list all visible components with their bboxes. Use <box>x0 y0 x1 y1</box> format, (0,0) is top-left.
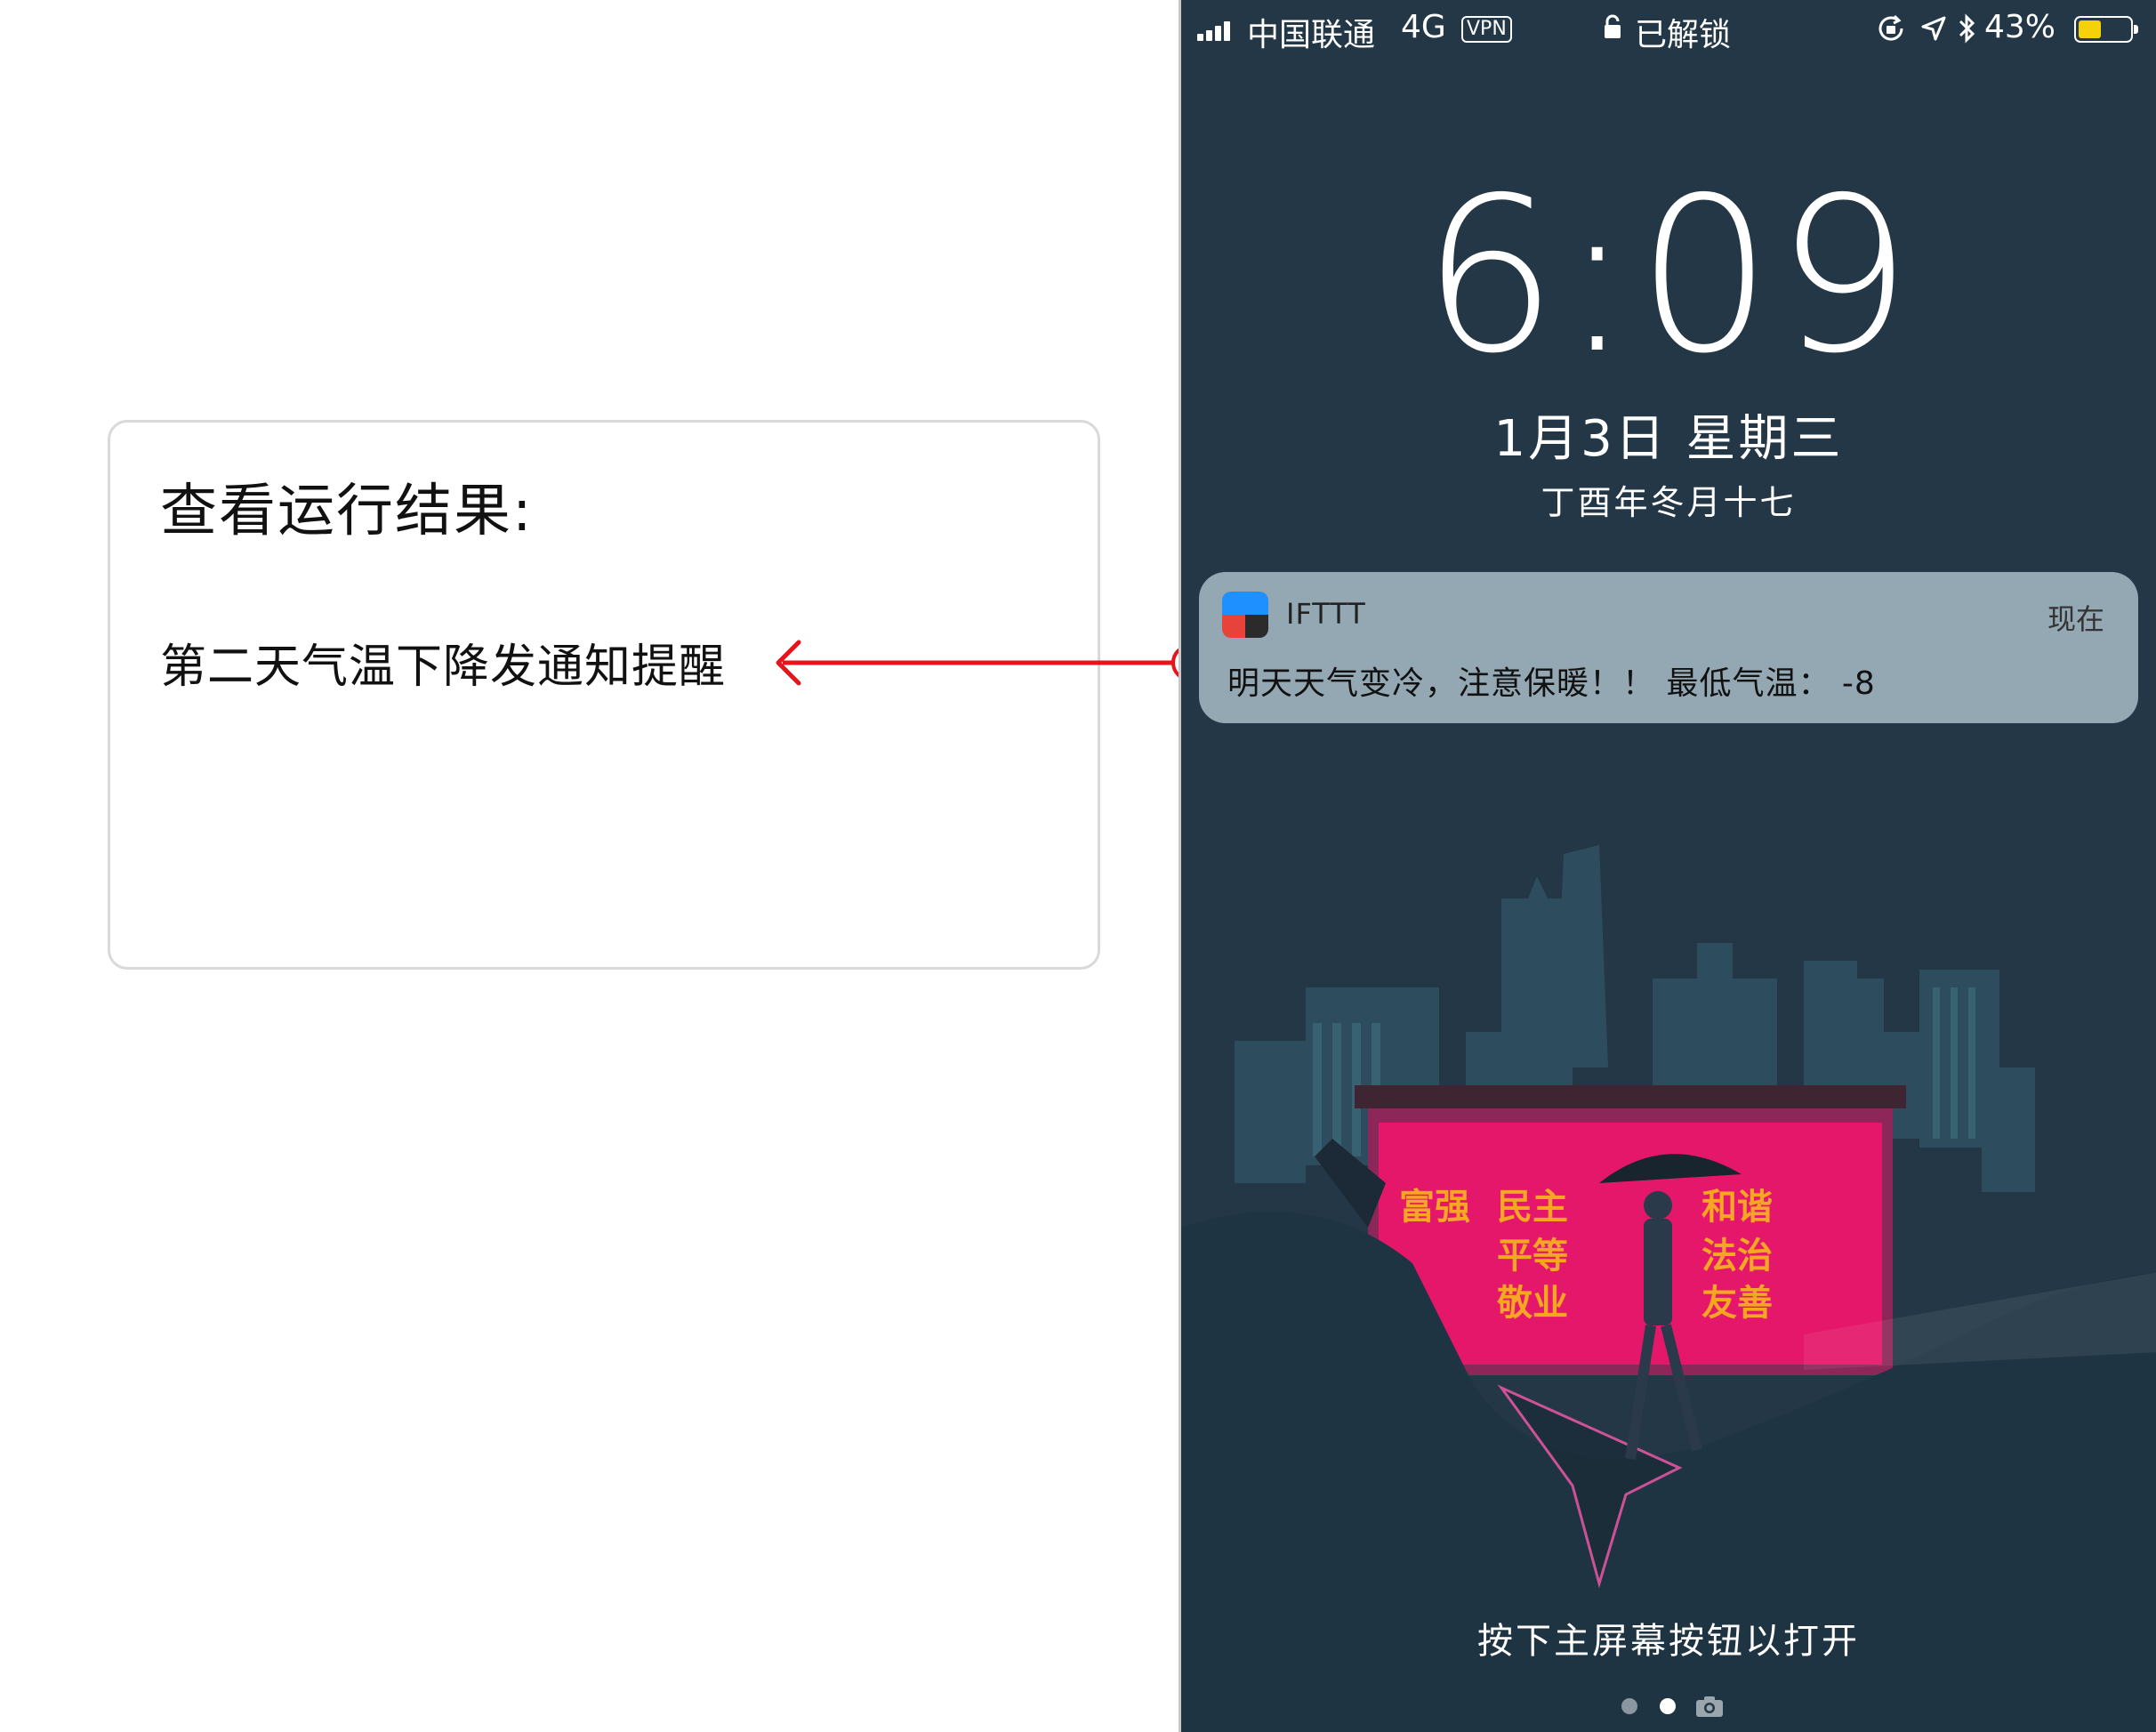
location-icon <box>1921 16 1946 41</box>
lock-status: 已解锁 <box>1635 17 1732 53</box>
notification-app-name: IFTTT <box>1286 597 1366 631</box>
page-indicator <box>1181 1693 2156 1720</box>
ifttt-notification[interactable]: IFTTT 现在 明天天气变冷，注意保暖！！ 最低气温： -8 <box>1199 572 2138 723</box>
svg-text:富强: 富强 <box>1399 1187 1470 1228</box>
phone-lock-screen: 富强 民主 和谐 平等 法治 敬业 友善 中国联通 4G VPN 已解锁 43%… <box>1179 0 2156 1732</box>
carrier-name: 中国联通 <box>1247 17 1376 53</box>
page-dot-active[interactable] <box>1660 1698 1676 1714</box>
battery-percentage: 43% <box>1984 9 2056 45</box>
signal-icon <box>1197 21 1236 41</box>
ifttt-app-icon <box>1222 592 1268 638</box>
battery-icon <box>2074 16 2138 43</box>
status-bar: 中国联通 4G VPN 已解锁 43% <box>1181 0 2156 59</box>
annotation-card: 查看运行结果: 第二天气温下降发通知提醒 <box>108 420 1100 970</box>
page-dot-today[interactable] <box>1621 1698 1637 1714</box>
bluetooth-icon <box>1959 13 1975 44</box>
camera-icon[interactable] <box>1695 1695 1724 1718</box>
svg-text:友善: 友善 <box>1701 1283 1773 1324</box>
lock-screen-time: 6:09 <box>1421 151 1916 400</box>
notification-time: 现在 <box>2047 602 2104 636</box>
network-type: 4G <box>1401 9 1446 45</box>
svg-text:法治: 法治 <box>1701 1236 1773 1277</box>
svg-text:敬业: 敬业 <box>1496 1283 1568 1324</box>
unlocked-icon <box>1605 14 1621 38</box>
notification-message: 明天天气变冷，注意保暖！！ 最低气温： -8 <box>1227 665 1876 702</box>
unlock-hint: 按下主屏幕按钮以打开 <box>1477 1621 1860 1662</box>
svg-text:平等: 平等 <box>1497 1236 1568 1277</box>
annotation-title: 查看运行结果: <box>160 479 534 544</box>
svg-text:民主: 民主 <box>1497 1187 1568 1228</box>
svg-text:和谐: 和谐 <box>1701 1187 1773 1228</box>
annotation-result: 第二天气温下降发通知提醒 <box>160 640 727 694</box>
lunar-date: 丁酉年冬月十七 <box>1541 483 1797 522</box>
rotation-lock-icon <box>1878 14 1903 41</box>
vpn-badge: VPN <box>1461 16 1512 43</box>
lock-screen-date: 1月3日 星期三 <box>1493 410 1844 468</box>
